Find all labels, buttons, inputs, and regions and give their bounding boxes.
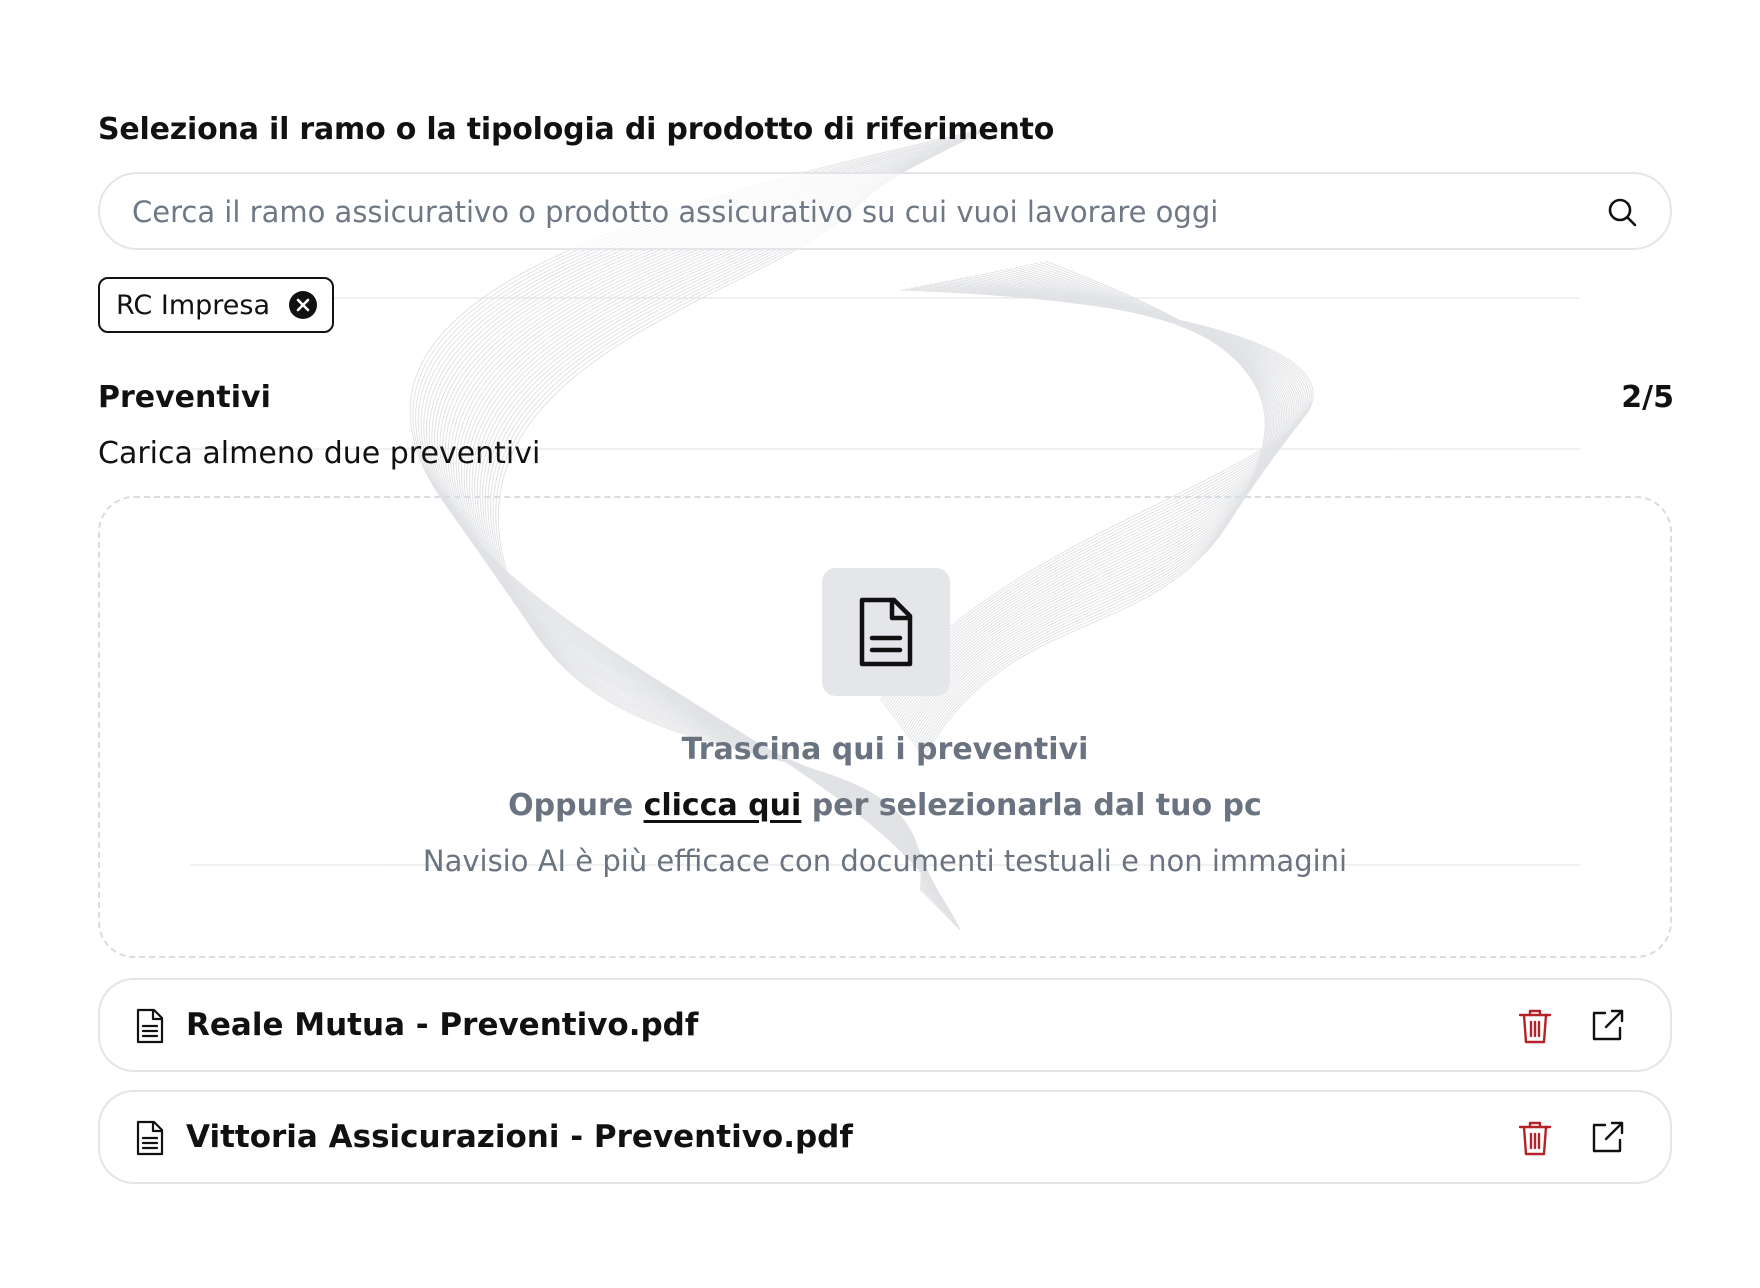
open-file-button[interactable]	[1590, 1007, 1626, 1043]
file-name: Vittoria Assicurazioni - Preventivo.pdf	[186, 1119, 853, 1155]
search-icon[interactable]	[1606, 196, 1638, 228]
dropzone-instructions-prefix: Oppure	[508, 788, 644, 823]
file-dropzone[interactable]: Trascina qui i preventivi Oppure clicca …	[98, 496, 1672, 958]
dropzone-instructions: Oppure clicca qui per selezionarla dal t…	[100, 788, 1670, 823]
search-box[interactable]	[98, 172, 1672, 250]
trash-icon	[1518, 1121, 1552, 1156]
dropzone-instructions-suffix: per selezionarla dal tuo pc	[801, 788, 1262, 823]
preventivi-subtitle: Carica almeno due preventivi	[98, 436, 541, 471]
dropzone-icon-box	[822, 568, 950, 696]
click-here-link[interactable]: clicca qui	[644, 788, 802, 823]
external-link-icon	[1592, 1121, 1624, 1153]
dropzone-title: Trascina qui i preventivi	[681, 732, 1089, 767]
file-row: Vittoria Assicurazioni - Preventivo.pdf	[98, 1090, 1672, 1184]
delete-file-button[interactable]	[1518, 1008, 1552, 1044]
section-title: Seleziona il ramo o la tipologia di prod…	[98, 112, 1055, 147]
external-link-icon	[1592, 1009, 1624, 1041]
close-circle-icon[interactable]	[288, 290, 318, 320]
file-row: Reale Mutua - Preventivo.pdf	[98, 978, 1672, 1072]
trash-icon	[1518, 1009, 1552, 1044]
dropzone-hint: Navisio AI è più efficace con documenti …	[422, 844, 1348, 878]
preventivi-title: Preventivi	[98, 380, 271, 415]
open-file-button[interactable]	[1590, 1119, 1626, 1155]
upload-page: Seleziona il ramo o la tipologia di prod…	[0, 0, 1760, 1288]
tag-chip-rc-impresa: RC Impresa	[98, 277, 334, 333]
file-name: Reale Mutua - Preventivo.pdf	[186, 1007, 699, 1043]
search-input[interactable]	[130, 174, 1574, 250]
document-icon	[859, 597, 913, 667]
delete-file-button[interactable]	[1518, 1120, 1552, 1156]
document-icon	[136, 1120, 164, 1156]
preventivi-count: 2/5	[1621, 380, 1674, 415]
tag-chip-label: RC Impresa	[116, 289, 270, 321]
document-icon	[136, 1008, 164, 1044]
